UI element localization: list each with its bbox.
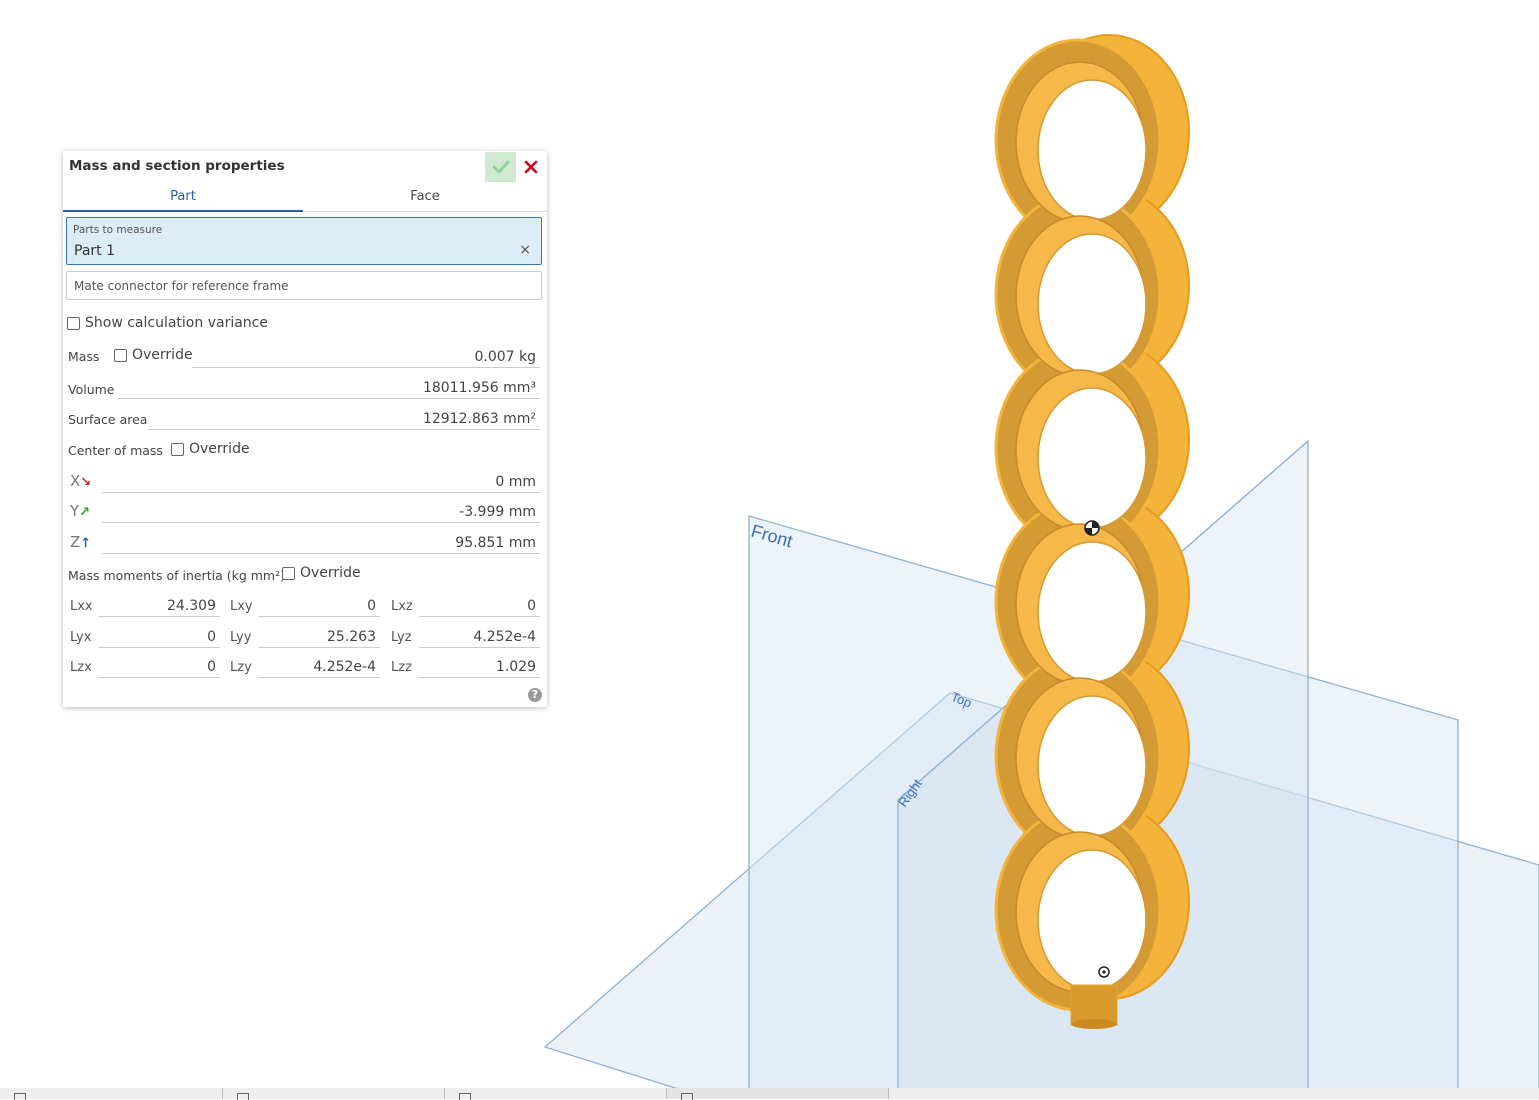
mate-connector-field[interactable]: Mate connector for reference frame — [66, 271, 542, 300]
x-axis-label: X↘ — [70, 472, 91, 490]
x-arrow-icon: ↘ — [80, 475, 92, 490]
show-variance-checkbox[interactable]: Show calculation variance — [67, 315, 268, 331]
bottom-tab[interactable] — [0, 1088, 223, 1100]
dialog-title: Mass and section properties — [69, 158, 285, 174]
inertia-lzx-label: Lzx — [70, 660, 92, 675]
inertia-lzx-text: 0 — [207, 659, 216, 675]
mass-value-text: 0.007 kg — [474, 349, 536, 365]
ring-hole — [1037, 79, 1147, 221]
inertia-lxz-label: Lxz — [391, 599, 413, 614]
inertia-lxy-label: Lxy — [230, 599, 253, 614]
com-z-value: 95.851 mm — [102, 533, 540, 554]
inertia-label: Mass moments of inertia (kg mm²) — [68, 568, 285, 583]
mass-label: Mass — [68, 349, 100, 364]
inertia-lzy-label: Lzy — [230, 660, 252, 675]
checkbox-box[interactable] — [171, 442, 184, 456]
clear-icon[interactable]: × — [519, 242, 531, 258]
help-icon[interactable]: ? — [528, 688, 542, 702]
z-arrow-icon: ↑ — [80, 536, 92, 551]
center-of-mass-label: Center of mass — [68, 443, 163, 458]
com-y-value: -3.999 mm — [102, 502, 540, 523]
parts-to-measure-field[interactable]: Parts to measure Part 1 × — [66, 217, 542, 265]
part-peg[interactable] — [1070, 984, 1118, 1029]
mass-value: 0.007 kg — [192, 347, 540, 368]
bottom-tab[interactable] — [445, 1088, 667, 1100]
parts-to-measure-label: Parts to measure — [73, 224, 163, 236]
y-arrow-icon: ↗ — [79, 505, 91, 520]
inertia-lzx-value: 0 — [98, 657, 220, 678]
override-label: Override — [300, 565, 361, 581]
ring-hole — [1037, 387, 1147, 529]
com-x-value-text: 0 mm — [495, 474, 536, 490]
inertia-lyy-value: 25.263 — [258, 627, 380, 648]
override-label: Override — [189, 441, 250, 457]
surface-area-label: Surface area — [68, 412, 148, 427]
override-label: Override — [132, 347, 193, 363]
inertia-lyz-value: 4.252e-4 — [419, 627, 540, 648]
tab-face[interactable]: Face — [305, 184, 545, 210]
bottom-tab[interactable] — [223, 1088, 445, 1100]
volume-value: 18011.956 mm³ — [118, 378, 540, 399]
ring-hole — [1037, 695, 1147, 837]
center-of-mass-icon — [1084, 520, 1100, 536]
checkbox-box[interactable] — [282, 566, 295, 580]
inertia-lzz-text: 1.029 — [495, 659, 536, 675]
ring-hole — [1037, 849, 1147, 991]
tab-bar: Part Face — [63, 184, 547, 212]
inertia-lxx-text: 24.309 — [167, 598, 216, 614]
mass-override-checkbox[interactable]: Override — [114, 347, 193, 363]
com-z-value-text: 95.851 mm — [455, 535, 536, 551]
mate-connector-placeholder: Mate connector for reference frame — [74, 279, 289, 293]
inertia-lyy-text: 25.263 — [327, 629, 376, 645]
tab-part[interactable]: Part — [63, 184, 303, 212]
inertia-lzy-text: 4.252e-4 — [313, 659, 376, 675]
com-x-value: 0 mm — [102, 472, 540, 493]
inertia-lxz-text: 0 — [527, 598, 536, 614]
surface-area-value-text: 12912.863 mm² — [422, 411, 536, 427]
inertia-lxz-value: 0 — [419, 596, 540, 617]
confirm-button[interactable] — [485, 152, 516, 182]
com-y-value-text: -3.999 mm — [459, 504, 536, 520]
inertia-lxx-value: 24.309 — [98, 596, 220, 617]
bottom-tab-strip — [0, 1088, 1539, 1100]
close-icon — [524, 160, 538, 174]
checkbox-box[interactable] — [67, 316, 80, 330]
inertia-lxy-value: 0 — [258, 596, 380, 617]
z-axis-label: Z↑ — [70, 533, 91, 551]
surface-area-value: 12912.863 mm² — [148, 409, 540, 430]
inertia-lyz-label: Lyz — [391, 630, 412, 645]
show-variance-label: Show calculation variance — [85, 315, 268, 331]
ring-hole — [1037, 233, 1147, 375]
parts-to-measure-value: Part 1 — [74, 243, 115, 259]
com-override-checkbox[interactable]: Override — [171, 441, 250, 457]
inertia-lxy-text: 0 — [367, 598, 376, 614]
y-axis-letter: Y — [70, 502, 80, 520]
inertia-lyz-text: 4.252e-4 — [473, 629, 536, 645]
bottom-tab[interactable] — [667, 1088, 889, 1100]
x-axis-letter: X — [70, 472, 81, 490]
checkbox-box[interactable] — [114, 348, 127, 362]
inertia-lyy-label: Lyy — [230, 630, 252, 645]
mass-properties-dialog: Mass and section properties Part Face Pa… — [63, 151, 547, 707]
inertia-lzz-value: 1.029 — [419, 657, 540, 678]
inertia-lzy-value: 4.252e-4 — [258, 657, 380, 678]
z-axis-letter: Z — [70, 533, 81, 551]
volume-label: Volume — [68, 382, 115, 397]
inertia-lzz-label: Lzz — [391, 660, 412, 675]
ring-hole — [1037, 541, 1147, 683]
cancel-button[interactable] — [519, 152, 543, 182]
origin-icon — [1098, 966, 1110, 978]
inertia-override-checkbox[interactable]: Override — [282, 565, 361, 581]
inertia-lyx-text: 0 — [207, 629, 216, 645]
check-icon — [492, 160, 509, 174]
volume-value-text: 18011.956 mm³ — [422, 380, 536, 396]
inertia-lxx-label: Lxx — [70, 599, 93, 614]
y-axis-label: Y↗ — [70, 502, 90, 520]
inertia-lyx-label: Lyx — [70, 630, 92, 645]
inertia-lyx-value: 0 — [98, 627, 220, 648]
